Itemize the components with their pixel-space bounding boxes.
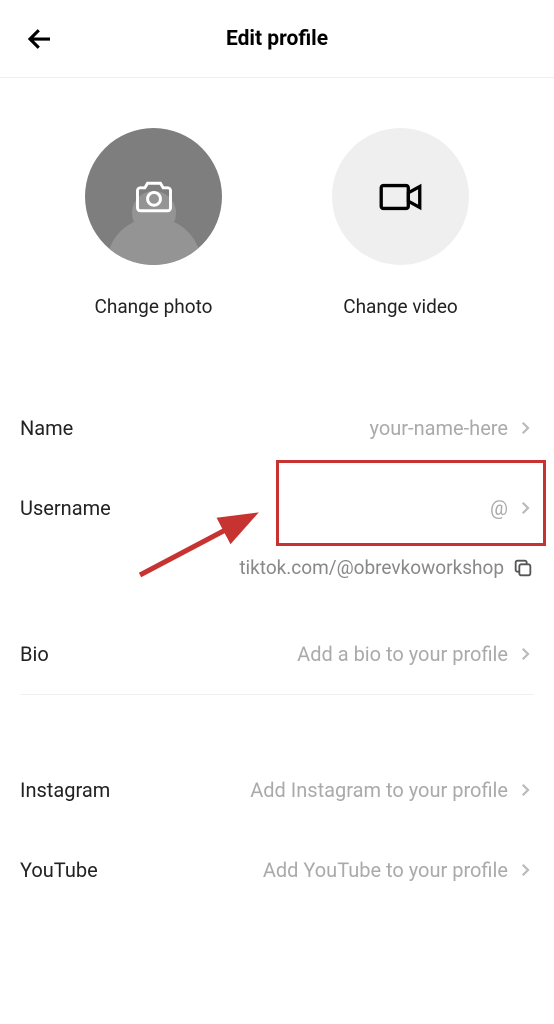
social-links-section: Instagram Add Instagram to your profile … — [0, 750, 554, 910]
back-button[interactable] — [20, 19, 60, 59]
chevron-right-icon — [516, 861, 534, 879]
youtube-value: Add YouTube to your profile — [98, 858, 508, 882]
profile-url: tiktok.com/@obrevkoworkshop — [239, 556, 504, 579]
change-photo-button[interactable]: Change photo — [85, 128, 222, 318]
profile-url-row: tiktok.com/@obrevkoworkshop — [0, 548, 554, 614]
youtube-row[interactable]: YouTube Add YouTube to your profile — [20, 830, 534, 910]
username-label: Username — [20, 496, 111, 520]
chevron-right-icon — [516, 645, 534, 663]
profile-photo-placeholder — [85, 128, 222, 265]
back-arrow-icon — [25, 24, 55, 54]
name-label: Name — [20, 416, 73, 440]
chevron-right-icon — [516, 499, 534, 517]
copy-icon[interactable] — [512, 557, 534, 579]
youtube-label: YouTube — [20, 858, 98, 882]
header: Edit profile — [0, 0, 554, 78]
change-video-label: Change video — [343, 295, 458, 318]
bio-value: Add a bio to your profile — [49, 642, 508, 666]
media-change-row: Change photo Change video — [0, 78, 554, 348]
change-photo-label: Change photo — [95, 295, 213, 318]
name-value: your-name-here — [73, 416, 508, 440]
profile-fields-list: Name your-name-here Username @ — [0, 348, 554, 548]
instagram-row[interactable]: Instagram Add Instagram to your profile — [20, 750, 534, 830]
bio-label: Bio — [20, 642, 49, 666]
page-title: Edit profile — [226, 27, 328, 51]
bio-section: Bio Add a bio to your profile — [0, 614, 554, 694]
instagram-label: Instagram — [20, 778, 110, 802]
bio-row[interactable]: Bio Add a bio to your profile — [20, 614, 534, 694]
chevron-right-icon — [516, 781, 534, 799]
username-value: @ — [111, 496, 508, 520]
profile-video-placeholder — [332, 128, 469, 265]
chevron-right-icon — [516, 419, 534, 437]
video-camera-icon — [376, 172, 426, 222]
name-row[interactable]: Name your-name-here — [20, 388, 534, 468]
camera-icon — [132, 175, 176, 219]
username-row[interactable]: Username @ — [20, 468, 534, 548]
change-video-button[interactable]: Change video — [332, 128, 469, 318]
instagram-value: Add Instagram to your profile — [110, 778, 508, 802]
